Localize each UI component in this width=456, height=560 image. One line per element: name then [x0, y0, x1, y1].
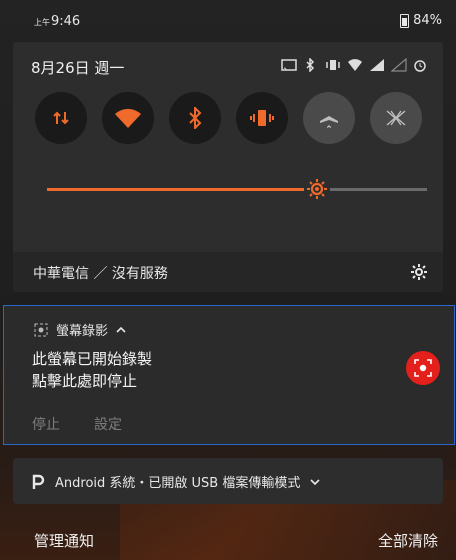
status-bar: 上午9:46 84% [0, 0, 456, 40]
brightness-slider[interactable] [47, 179, 427, 199]
chevron-down-icon[interactable] [310, 478, 320, 486]
no-signal-icon [390, 57, 407, 72]
clock: 上午9:46 [34, 14, 80, 29]
cast-icon [281, 57, 297, 71]
vibrate-icon [250, 110, 274, 126]
battery-percent: 84% [413, 13, 442, 28]
notification-header[interactable]: 螢幕錄影 [34, 320, 126, 339]
brightness-thumb[interactable] [306, 178, 328, 200]
notification-footer: 管理通知 全部清除 [0, 520, 456, 560]
brightness-track [330, 188, 427, 191]
sun-icon [307, 179, 327, 199]
quick-tiles [35, 92, 422, 144]
signal-icon [369, 57, 385, 71]
tile-screen-mode[interactable] [370, 92, 422, 144]
notification-text: 點擊此處即停止 [32, 372, 138, 390]
usb-notification-text: Android 系統・已開啟 USB 檔案傳輸模式 [55, 476, 301, 491]
alarm-icon [413, 57, 429, 72]
tile-wifi[interactable] [102, 92, 154, 144]
tile-airplane[interactable] [303, 92, 355, 144]
time-prefix: 上午 [34, 18, 50, 27]
manage-notifications-button[interactable]: 管理通知 [34, 530, 94, 551]
stop-recording-button[interactable] [406, 351, 440, 385]
settings-action[interactable]: 設定 [94, 414, 122, 434]
usb-notification[interactable]: Android 系統・已開啟 USB 檔案傳輸模式 [13, 458, 443, 504]
clear-all-button[interactable]: 全部清除 [378, 530, 438, 551]
time-value: 9:46 [51, 14, 81, 29]
bluetooth-icon [303, 57, 319, 73]
tile-vibrate[interactable] [236, 92, 288, 144]
record-icon [414, 359, 432, 377]
vibrate-icon [325, 57, 341, 71]
mobile-data-icon [53, 111, 69, 125]
carrier-row: 中華電信 ／ 沒有服務 [13, 252, 443, 292]
notification-app-name: 螢幕錄影 [56, 324, 109, 339]
android-p-icon [32, 474, 45, 489]
brightness-fill [47, 188, 304, 191]
system-icons [281, 57, 429, 73]
carrier-label: 中華電信 ／ 沒有服務 [33, 266, 168, 282]
tile-bluetooth[interactable] [169, 92, 221, 144]
quick-settings-panel: 8月26日 週一 中華電信 ／ 沒有服務 [13, 42, 443, 292]
usb-notification-row: Android 系統・已開啟 USB 檔案傳輸模式 [31, 472, 320, 491]
notification-title: 此螢幕已開始錄製 [32, 350, 153, 368]
chevron-up-icon[interactable] [116, 326, 126, 334]
battery-icon [400, 13, 410, 28]
settings-button[interactable] [409, 262, 429, 282]
battery-indicator: 84% [400, 13, 442, 28]
stop-action[interactable]: 停止 [32, 414, 60, 434]
screen-record-notification[interactable]: 螢幕錄影 此螢幕已開始錄製 點擊此處即停止 停止 設定 [3, 305, 455, 445]
screen-mode-icon [386, 110, 406, 126]
airplane-icon [320, 108, 338, 128]
gear-icon [411, 264, 427, 280]
tile-mobile-data[interactable] [35, 92, 87, 144]
wifi-icon [347, 57, 363, 71]
screen-record-icon [34, 323, 48, 336]
bluetooth-icon [189, 107, 202, 129]
wifi-icon [115, 108, 141, 128]
date-label: 8月26日 週一 [31, 59, 125, 77]
